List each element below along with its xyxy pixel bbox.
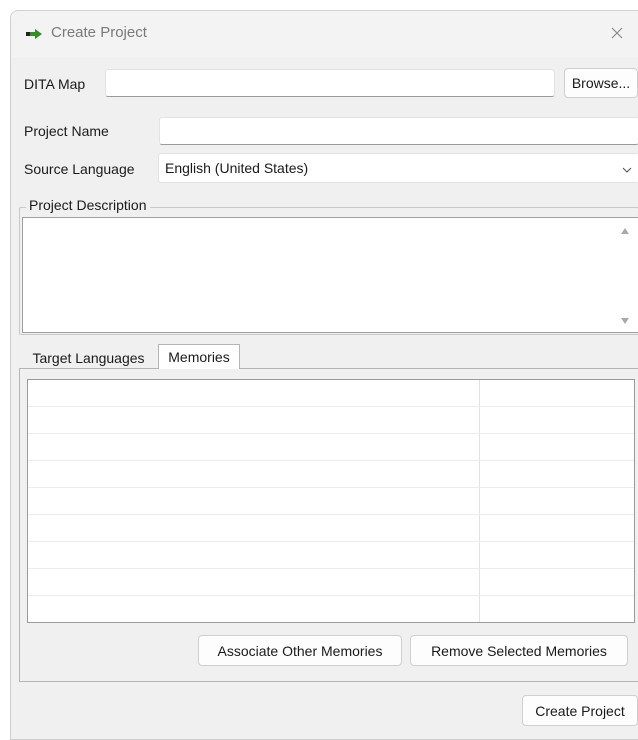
project-name-input[interactable] [159, 117, 638, 145]
remove-memories-button[interactable]: Remove Selected Memories [410, 635, 628, 666]
project-description-label: Project Description [26, 197, 150, 213]
source-language-value: English (United States) [165, 160, 309, 176]
title-bar: Create Project [11, 11, 638, 57]
green-arrow-icon [25, 27, 45, 39]
chevron-down-icon [622, 160, 632, 176]
tab-memories[interactable]: Memories [158, 344, 240, 369]
project-name-label: Project Name [24, 123, 109, 139]
table-row[interactable] [28, 569, 634, 596]
memories-table[interactable] [27, 379, 635, 623]
table-row[interactable] [28, 434, 634, 461]
table-row[interactable] [28, 380, 634, 407]
associate-memories-button[interactable]: Associate Other Memories [198, 635, 402, 666]
table-row[interactable] [28, 488, 634, 515]
scroll-down-icon[interactable] [621, 318, 629, 324]
source-language-label: Source Language [24, 161, 135, 177]
source-language-select[interactable]: English (United States) [158, 153, 638, 183]
window-title: Create Project [51, 24, 147, 41]
tab-target-languages-label: Target Languages [32, 349, 145, 366]
table-row[interactable] [28, 407, 634, 434]
table-row[interactable] [28, 542, 634, 569]
create-project-dialog: Create Project DITA Map Browse... Projec… [10, 10, 638, 740]
dita-map-input[interactable] [105, 69, 555, 97]
table-row[interactable] [28, 461, 634, 488]
tab-memories-label: Memories [168, 349, 230, 365]
project-description-textarea[interactable] [22, 217, 638, 333]
browse-button[interactable]: Browse... [564, 68, 638, 98]
table-row[interactable] [28, 515, 634, 542]
dita-map-label: DITA Map [24, 76, 86, 92]
close-button[interactable] [603, 21, 631, 47]
scroll-up-icon[interactable] [621, 228, 629, 234]
close-icon [611, 26, 623, 42]
tab-target-languages[interactable]: Target Languages [20, 346, 157, 369]
table-row[interactable] [28, 596, 634, 622]
create-project-button[interactable]: Create Project [522, 695, 638, 726]
